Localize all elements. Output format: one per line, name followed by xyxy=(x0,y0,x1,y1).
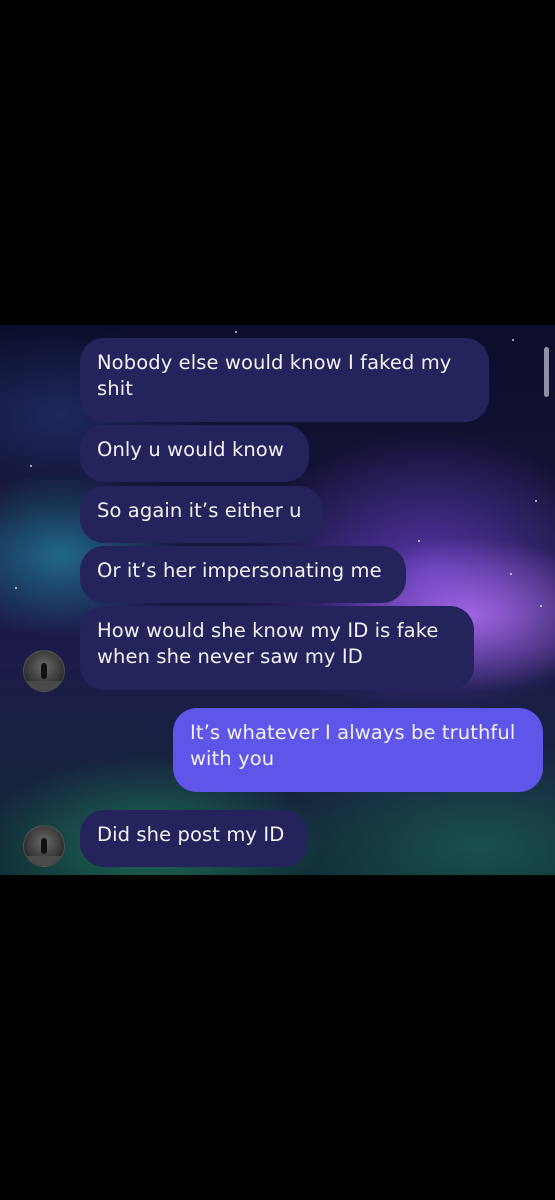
background-star xyxy=(30,465,32,467)
message-bubble-incoming[interactable]: Or it’s her impersonating me xyxy=(80,546,406,603)
message-line: So again it’s either u xyxy=(97,499,302,522)
background-star xyxy=(15,587,17,589)
background-star xyxy=(235,331,237,333)
message-bubble-outgoing[interactable]: It’s whatever I always be truthful with … xyxy=(173,708,543,792)
message-line: Or it’s her impersonating me xyxy=(97,559,382,582)
message-line: shit xyxy=(97,377,133,400)
avatar-photo-figure xyxy=(41,663,47,679)
avatar-photo-figure xyxy=(41,838,47,854)
contact-avatar[interactable] xyxy=(23,650,65,692)
message-bubble-incoming[interactable]: So again it’s either u xyxy=(80,486,323,543)
message-line: It’s whatever I always be truthful xyxy=(190,721,516,744)
message-bubble-incoming[interactable]: Nobody else would know I faked my shit xyxy=(80,338,489,422)
avatar-photo-ground xyxy=(24,856,64,866)
contact-avatar[interactable] xyxy=(23,825,65,867)
message-bubble-incoming[interactable]: Did she post my ID xyxy=(80,810,308,867)
background-star xyxy=(512,339,514,341)
background-star xyxy=(510,573,512,575)
message-bubble-incoming[interactable]: How would she know my ID is fake when sh… xyxy=(80,606,474,690)
message-line: Did she post my ID xyxy=(97,823,285,846)
background-star xyxy=(540,605,542,607)
message-line: when she never saw my ID xyxy=(97,645,363,668)
message-bubble-incoming[interactable]: Only u would know xyxy=(80,425,309,482)
message-line: How would she know my ID is fake xyxy=(97,619,439,642)
background-star xyxy=(535,500,537,502)
chat-panel[interactable]: Nobody else would know I faked my shit O… xyxy=(0,325,555,875)
scrollbar-thumb[interactable] xyxy=(544,347,549,397)
message-line: with you xyxy=(190,747,275,770)
message-line: Nobody else would know I faked my xyxy=(97,351,452,374)
message-line: Only u would know xyxy=(97,438,284,461)
avatar-photo-ground xyxy=(24,681,64,691)
background-star xyxy=(418,540,420,542)
